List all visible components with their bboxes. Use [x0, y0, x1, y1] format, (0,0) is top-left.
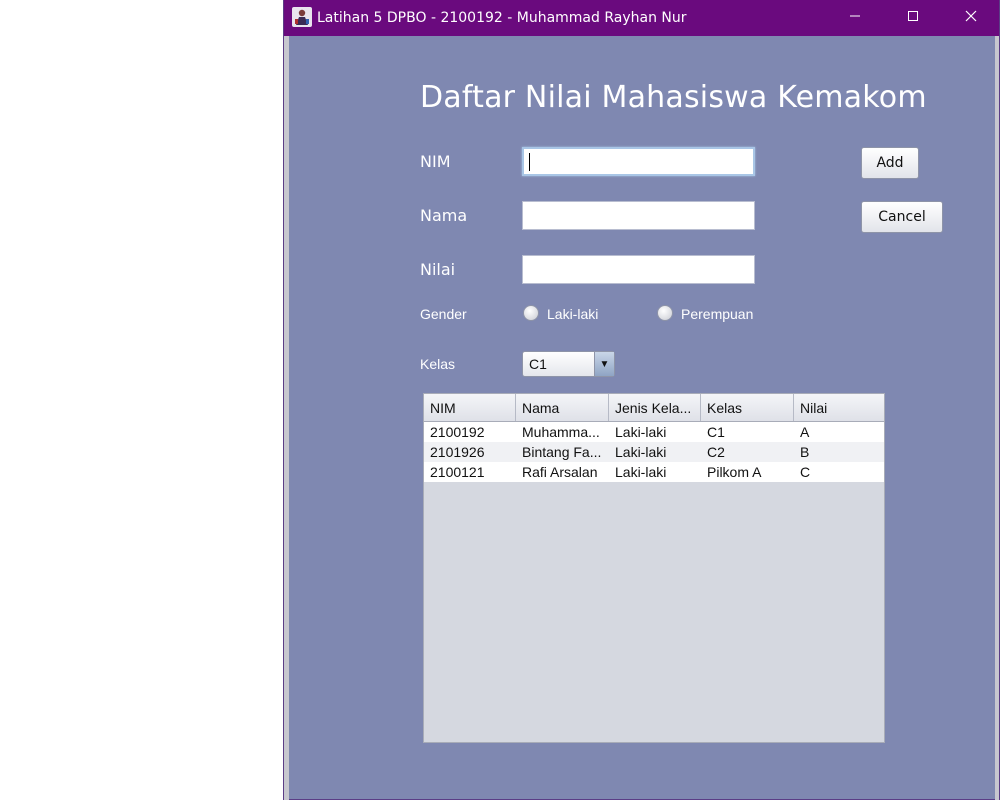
radio-laki-laki-label[interactable]: Laki-laki	[547, 306, 598, 322]
app-window: Latihan 5 DPBO - 2100192 - Muhammad Rayh…	[283, 0, 1000, 800]
window-left-border	[284, 36, 289, 800]
maximize-icon	[907, 9, 919, 27]
nama-field[interactable]	[522, 201, 755, 230]
cancel-button[interactable]: Cancel	[861, 201, 943, 233]
nim-field[interactable]	[522, 147, 755, 176]
kelas-label: Kelas	[420, 356, 456, 372]
table-row[interactable]: 2100121 Rafi Arsalan Laki-laki Pilkom A …	[424, 462, 884, 482]
close-button[interactable]	[942, 0, 1000, 36]
page-title: Daftar Nilai Mahasiswa Kemakom	[420, 80, 927, 115]
cell-nama: Muhamma...	[522, 424, 600, 440]
dropdown-arrow-icon[interactable]: ▼	[594, 352, 614, 376]
minimize-icon	[849, 9, 861, 27]
cell-nim: 2100192	[430, 424, 485, 440]
title-bar[interactable]: Latihan 5 DPBO - 2100192 - Muhammad Rayh…	[284, 0, 999, 36]
cell-nilai: A	[800, 424, 810, 440]
text-caret	[529, 153, 530, 171]
nama-label: Nama	[420, 206, 468, 225]
radio-laki-laki[interactable]	[523, 305, 539, 321]
cell-jenis-kelamin: Laki-laki	[615, 464, 667, 480]
table-row[interactable]: 2101926 Bintang Fa... Laki-laki C2 B	[424, 442, 884, 462]
cell-jenis-kelamin: Laki-laki	[615, 444, 667, 460]
kelas-dropdown[interactable]: C1 ▼	[522, 351, 615, 377]
cell-nilai: C	[800, 464, 811, 480]
table-header: NIM Nama Jenis Kela... Kelas Nilai	[424, 394, 884, 422]
maximize-button[interactable]	[884, 0, 942, 36]
nim-label: NIM	[420, 152, 451, 171]
column-header-kelas[interactable]: Kelas	[701, 394, 794, 421]
cell-nim: 2101926	[430, 444, 485, 460]
cell-nim: 2100121	[430, 464, 485, 480]
cell-nilai: B	[800, 444, 810, 460]
nilai-label: Nilai	[420, 260, 456, 279]
minimize-button[interactable]	[826, 0, 884, 36]
cell-kelas: Pilkom A	[707, 464, 762, 480]
kelas-selected-value: C1	[529, 356, 547, 372]
cell-kelas: C1	[707, 424, 725, 440]
cell-jenis-kelamin: Laki-laki	[615, 424, 667, 440]
column-header-nim[interactable]: NIM	[424, 394, 516, 421]
add-button[interactable]: Add	[861, 147, 919, 179]
table-row[interactable]: 2100192 Muhamma... Laki-laki C1 A	[424, 422, 884, 442]
radio-perempuan-label[interactable]: Perempuan	[681, 306, 753, 322]
window-right-border	[995, 36, 999, 800]
java-app-icon	[292, 7, 312, 27]
cell-nama: Rafi Arsalan	[522, 464, 598, 480]
nilai-field[interactable]	[522, 255, 755, 284]
column-header-jenis-kelamin[interactable]: Jenis Kela...	[609, 394, 701, 421]
close-icon	[965, 9, 977, 27]
column-header-nilai[interactable]: Nilai	[794, 394, 884, 421]
grades-table[interactable]: NIM Nama Jenis Kela... Kelas Nilai 21001…	[423, 393, 885, 743]
column-header-nama[interactable]: Nama	[516, 394, 609, 421]
gender-label: Gender	[420, 306, 467, 322]
cell-nama: Bintang Fa...	[522, 444, 602, 460]
cell-kelas: C2	[707, 444, 725, 460]
radio-perempuan[interactable]	[657, 305, 673, 321]
window-title: Latihan 5 DPBO - 2100192 - Muhammad Rayh…	[317, 10, 687, 26]
